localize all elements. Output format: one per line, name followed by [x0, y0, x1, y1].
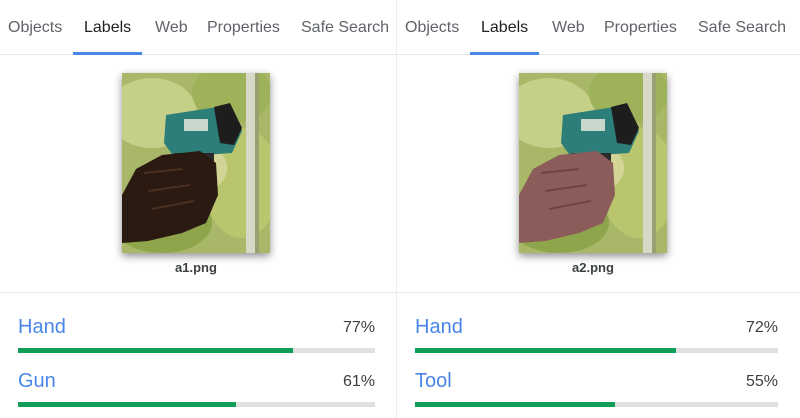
- tab-properties[interactable]: Properties: [604, 0, 677, 55]
- tab-properties[interactable]: Properties: [207, 0, 280, 55]
- labels-results: Hand 72% Tool 55%: [397, 292, 800, 418]
- confidence-bar-fill: [18, 348, 293, 353]
- image-filename: a1.png: [175, 260, 217, 275]
- label-name[interactable]: Tool: [415, 367, 452, 395]
- confidence-bar: [18, 348, 375, 353]
- confidence-bar: [415, 402, 778, 407]
- image-thumbnail[interactable]: [519, 73, 667, 253]
- label-row: Gun 61%: [18, 367, 375, 417]
- label-row: Tool 55%: [415, 367, 778, 417]
- tab-safe-search[interactable]: Safe Search: [698, 0, 786, 55]
- image-filename: a2.png: [572, 260, 614, 275]
- tab-safe-search[interactable]: Safe Search: [301, 0, 389, 55]
- tab-bar: Objects Labels Web Properties Safe Searc…: [397, 0, 800, 55]
- labels-results: Hand 77% Gun 61%: [0, 292, 397, 418]
- tab-objects[interactable]: Objects: [405, 0, 459, 55]
- confidence-bar-fill: [415, 402, 615, 407]
- confidence-bar-fill: [18, 402, 236, 407]
- label-score: 72%: [745, 319, 778, 336]
- thermometer-photo: [122, 73, 270, 253]
- image-thumbnail[interactable]: [122, 73, 270, 253]
- label-name[interactable]: Hand: [18, 313, 66, 341]
- label-score: 55%: [745, 373, 778, 390]
- vision-result-panel-left: Objects Labels Web Properties Safe Searc…: [0, 0, 397, 418]
- confidence-bar-fill: [415, 348, 677, 353]
- label-row: Hand 72%: [415, 313, 778, 363]
- label-name[interactable]: Hand: [415, 313, 463, 341]
- label-row: Hand 77%: [18, 313, 375, 363]
- confidence-bar: [415, 348, 778, 353]
- thermometer-photo: [519, 73, 667, 253]
- confidence-bar: [18, 402, 375, 407]
- tab-bar: Objects Labels Web Properties Safe Searc…: [0, 0, 397, 55]
- tab-objects[interactable]: Objects: [8, 0, 62, 55]
- label-score: 77%: [342, 319, 375, 336]
- label-score: 61%: [342, 373, 375, 390]
- label-name[interactable]: Gun: [18, 367, 56, 395]
- tab-labels[interactable]: Labels: [469, 0, 540, 55]
- tab-labels[interactable]: Labels: [72, 0, 143, 55]
- vision-result-panel-right: Objects Labels Web Properties Safe Searc…: [397, 0, 800, 418]
- tab-web[interactable]: Web: [155, 0, 188, 55]
- tab-web[interactable]: Web: [552, 0, 585, 55]
